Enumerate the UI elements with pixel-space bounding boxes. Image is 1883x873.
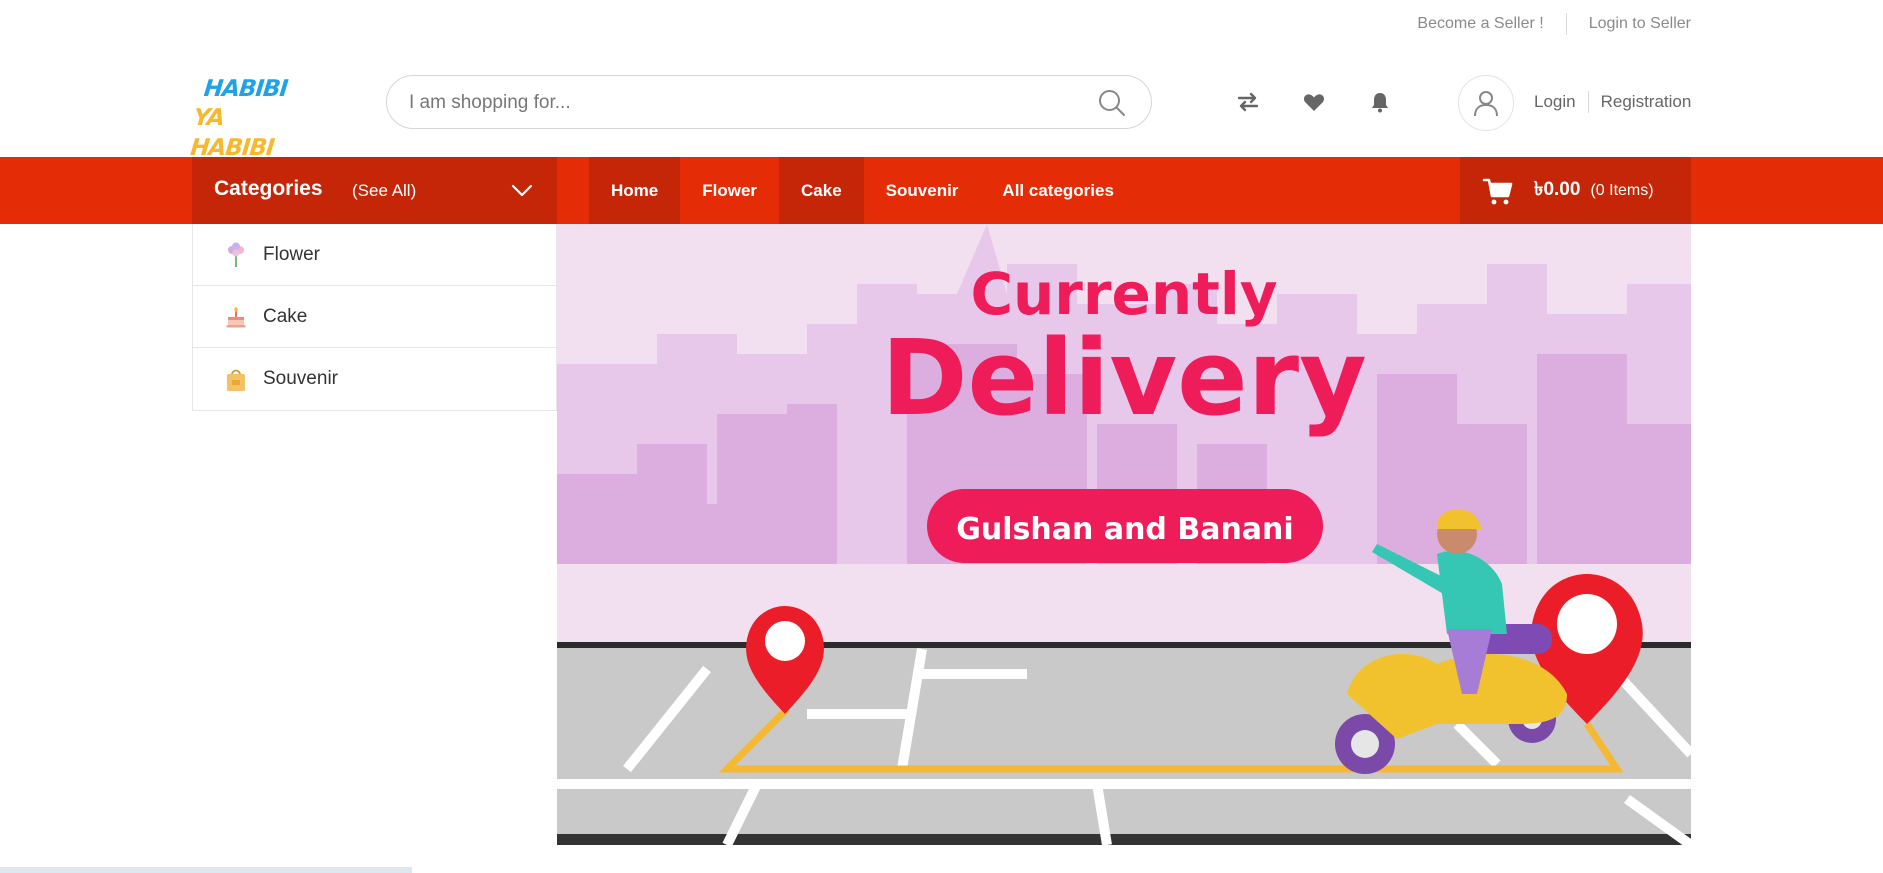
nav-souvenir[interactable]: Souvenir	[864, 157, 981, 224]
categories-dropdown-toggle[interactable]: Categories (See All)	[192, 157, 557, 224]
banner-headline-2: Delivery	[881, 317, 1367, 439]
compare-icon[interactable]	[1234, 88, 1262, 116]
category-item-cake[interactable]: Cake	[193, 286, 556, 348]
header: HABIBI YA HABIBI I am shopping for... Lo…	[189, 48, 1691, 161]
logo-line-2: YA HABIBI	[189, 105, 276, 161]
nav-flower[interactable]: Flower	[680, 157, 779, 224]
banner-pill-text: Gulshan and Banani	[956, 512, 1293, 547]
logo-line-1: HABIBI	[202, 76, 289, 102]
gift-bag-icon	[225, 366, 247, 392]
cake-icon	[225, 304, 247, 330]
registration-link[interactable]: Registration	[1601, 92, 1692, 112]
category-item-label: Cake	[263, 305, 308, 327]
logo[interactable]: HABIBI YA HABIBI	[189, 68, 292, 161]
nav-home[interactable]: Home	[589, 157, 681, 224]
cart-amount: ৳0.00	[1534, 178, 1581, 200]
delivery-banner[interactable]: Currently Delivery Gulshan and Banani	[557, 224, 1691, 845]
search-bar	[386, 75, 1152, 129]
avatar[interactable]	[1458, 75, 1514, 131]
heart-icon[interactable]	[1300, 88, 1328, 116]
chevron-down-icon	[511, 184, 533, 197]
auth-links: Login Registration	[1534, 91, 1691, 113]
become-seller-link[interactable]: Become a Seller !	[1417, 15, 1543, 33]
categories-title: Categories	[214, 177, 323, 200]
banner-illustration: Currently Delivery Gulshan and Banani	[557, 224, 1691, 845]
divider	[1565, 13, 1567, 35]
search-input[interactable]	[409, 88, 1089, 118]
nav-bar: Categories (See All) Home Flower Cake So…	[0, 157, 1883, 224]
main-nav: Home Flower Cake Souvenir All categories	[589, 157, 1136, 224]
nav-all-categories[interactable]: All categories	[980, 157, 1136, 224]
cart-icon	[1482, 178, 1513, 204]
bell-icon[interactable]	[1366, 88, 1394, 116]
cart-button[interactable]: ৳0.00 (0 Items)	[1460, 157, 1691, 224]
divider	[1587, 91, 1589, 113]
flower-icon	[225, 242, 247, 268]
nav-cake[interactable]: Cake	[779, 157, 864, 224]
see-all-link[interactable]: (See All)	[352, 181, 416, 201]
category-item-souvenir[interactable]: Souvenir	[193, 348, 556, 410]
category-item-label: Flower	[263, 243, 321, 265]
search-icon[interactable]	[1097, 88, 1127, 118]
category-item-label: Souvenir	[263, 368, 338, 389]
scroll-indicator	[0, 867, 412, 873]
user-icon	[1474, 91, 1498, 117]
cart-items-count: (0 Items)	[1590, 181, 1654, 199]
header-icons	[1234, 88, 1432, 116]
top-bar: Become a Seller ! Login to Seller	[192, 0, 1691, 48]
category-item-flower[interactable]: Flower	[193, 224, 556, 286]
login-link[interactable]: Login	[1534, 92, 1576, 112]
login-seller-link[interactable]: Login to Seller	[1589, 15, 1691, 33]
category-list: Flower Cake Souvenir	[192, 224, 557, 411]
